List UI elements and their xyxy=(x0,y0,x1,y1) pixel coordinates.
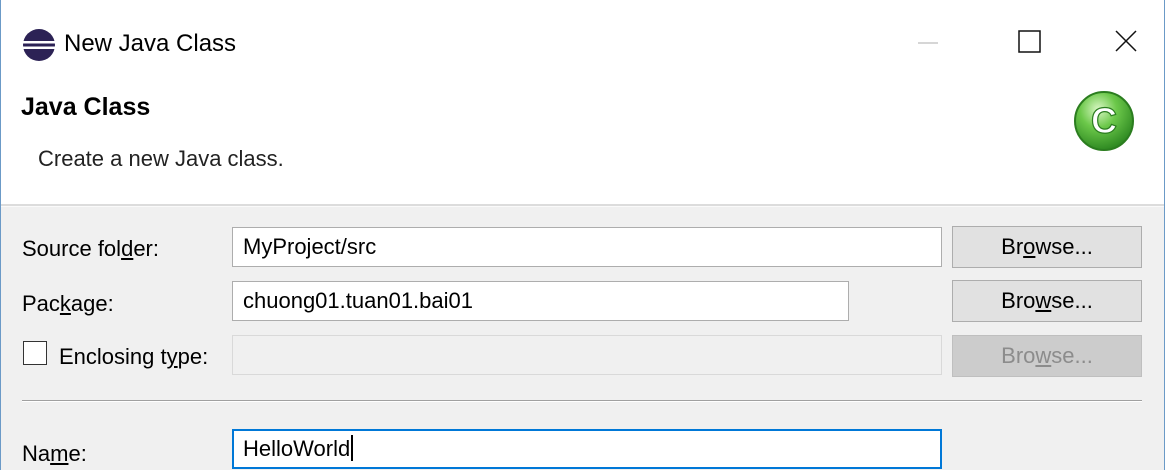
enclosing-type-field[interactable] xyxy=(232,335,942,375)
package-field[interactable]: chuong01.tuan01.bai01 xyxy=(232,281,849,321)
enclosing-type-browse-button[interactable]: Browse... xyxy=(952,335,1142,377)
browse-label: Bro xyxy=(1001,343,1036,368)
page-description: Create a new Java class. xyxy=(38,146,284,171)
package-label-suffix: age: xyxy=(70,291,114,316)
name-field-value: HelloWorld xyxy=(243,436,351,461)
eclipse-icon xyxy=(23,29,55,61)
maximize-icon xyxy=(1018,30,1041,53)
close-button[interactable] xyxy=(1096,20,1156,64)
enclosing-type-checkbox[interactable] xyxy=(23,341,47,365)
browse-label-suffix: se... xyxy=(1051,288,1093,313)
text-caret xyxy=(351,435,354,462)
name-field[interactable]: HelloWorld xyxy=(232,429,942,469)
page-title: Java Class xyxy=(21,93,151,121)
package-browse-button[interactable]: Browse... xyxy=(952,280,1142,322)
java-class-letter: C xyxy=(1091,100,1117,141)
package-label: Package: xyxy=(22,290,114,318)
wizard-banner: Java Class Create a new Java class. C xyxy=(1,82,1164,204)
name-label-text: Na xyxy=(22,441,51,466)
source-folder-label: Source folder: xyxy=(22,235,159,263)
source-folder-field[interactable]: MyProject/src xyxy=(232,227,942,267)
enclosing-type-mnemonic: y xyxy=(166,344,178,369)
title-bar[interactable]: New Java Class xyxy=(1,0,1164,82)
close-icon xyxy=(1115,30,1137,52)
java-class-icon: C xyxy=(1074,91,1134,151)
source-folder-mnemonic: d xyxy=(121,236,134,261)
window-title: New Java Class xyxy=(64,30,237,57)
new-java-class-dialog: New Java Class Java Class Create a new J… xyxy=(0,0,1165,470)
name-label: Name: xyxy=(22,440,87,468)
enclosing-type-label: Enclosing type: xyxy=(59,343,208,371)
minimize-button[interactable] xyxy=(896,20,956,64)
browse-label-suffix: wse... xyxy=(1035,234,1093,259)
package-label-text: Pac xyxy=(22,291,60,316)
name-mnemonic: m xyxy=(50,441,69,466)
browse-mnemonic: w xyxy=(1035,343,1052,368)
source-folder-label-suffix: er: xyxy=(133,236,159,261)
browse-label: Br xyxy=(1001,234,1024,259)
maximize-button[interactable] xyxy=(1001,20,1061,64)
banner-divider-highlight xyxy=(1,206,1164,207)
browse-mnemonic: w xyxy=(1035,288,1052,313)
package-mnemonic: k xyxy=(59,291,71,316)
browse-mnemonic: o xyxy=(1023,234,1036,259)
minimize-icon xyxy=(918,42,938,44)
name-label-suffix: e: xyxy=(68,441,87,466)
enclosing-type-label-suffix: pe: xyxy=(177,344,209,369)
source-folder-label-text: Source fol xyxy=(22,236,122,261)
browse-label-suffix: se... xyxy=(1051,343,1093,368)
browse-label: Bro xyxy=(1001,288,1036,313)
enclosing-type-label-text: Enclosing t xyxy=(59,344,167,369)
source-folder-browse-button[interactable]: Browse... xyxy=(952,226,1142,268)
form-separator-highlight xyxy=(22,401,1142,402)
